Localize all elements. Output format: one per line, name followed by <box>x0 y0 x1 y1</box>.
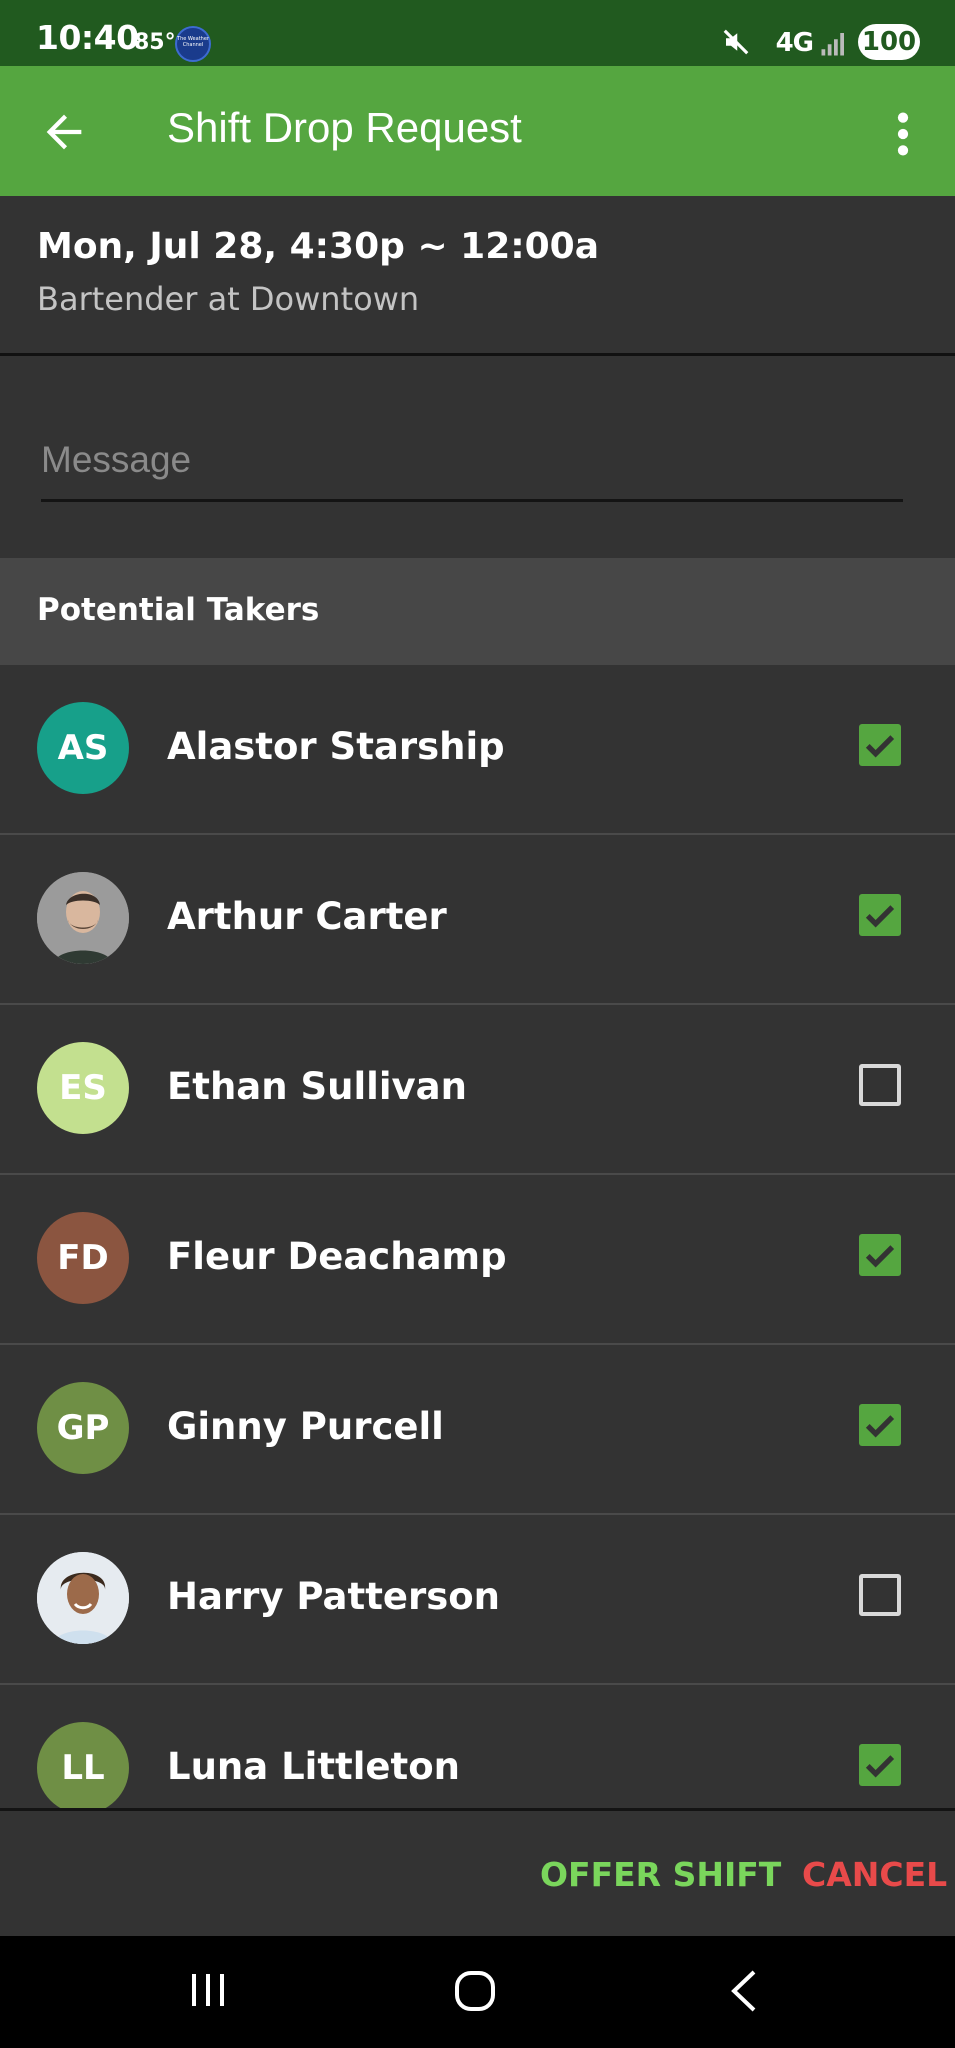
taker-name: Alastor Starship <box>167 725 505 768</box>
battery-indicator: 100 <box>858 24 920 60</box>
person-photo-icon <box>37 1552 129 1644</box>
shift-time: Mon, Jul 28, 4:30p ~ 12:00a <box>37 226 600 267</box>
taker-checkbox[interactable] <box>859 1574 901 1616</box>
taker-checkbox[interactable] <box>859 1744 901 1786</box>
list-item[interactable]: ES Ethan Sullivan <box>0 1005 955 1175</box>
list-item[interactable]: GP Ginny Purcell <box>0 1345 955 1515</box>
message-input[interactable] <box>41 430 903 490</box>
page-title: Shift Drop Request <box>167 104 522 151</box>
list-item[interactable]: Arthur Carter <box>0 835 955 1005</box>
app-bar: Shift Drop Request <box>0 66 955 196</box>
person-photo-icon <box>37 872 129 964</box>
list-item[interactable]: LL Luna Littleton <box>0 1685 955 1808</box>
system-nav-bar <box>0 1936 955 2048</box>
more-vert-icon[interactable] <box>875 106 931 162</box>
list-item[interactable]: AS Alastor Starship <box>0 665 955 835</box>
avatar <box>37 1552 129 1644</box>
check-icon <box>865 1245 895 1268</box>
avatar: GP <box>37 1382 129 1474</box>
potential-takers-header: Potential Takers <box>0 558 955 665</box>
check-icon <box>865 905 895 928</box>
nav-back-icon[interactable] <box>722 1966 766 2016</box>
section-title: Potential Takers <box>37 592 320 628</box>
taker-name: Fleur Deachamp <box>167 1235 507 1278</box>
taker-name: Harry Patterson <box>167 1575 501 1618</box>
status-bar: 10:40 85° The Weather Channel 4G 100 <box>0 0 955 66</box>
cancel-button[interactable]: CANCEL <box>802 1855 947 1894</box>
list-item[interactable]: Harry Patterson <box>0 1515 955 1685</box>
weather-channel-icon: The Weather Channel <box>175 26 211 62</box>
mute-icon <box>723 29 749 55</box>
home-icon[interactable] <box>450 1966 500 2016</box>
shift-info: Mon, Jul 28, 4:30p ~ 12:00a Bartender at… <box>0 196 955 356</box>
check-icon <box>865 735 895 758</box>
network-label: 4G <box>775 28 814 58</box>
back-arrow-icon[interactable] <box>38 106 90 158</box>
offer-shift-button[interactable]: OFFER SHIFT <box>540 1855 781 1894</box>
taker-checkbox[interactable] <box>859 724 901 766</box>
taker-checkbox[interactable] <box>859 1234 901 1276</box>
action-bar: OFFER SHIFT CANCEL <box>0 1808 955 1936</box>
taker-name: Luna Littleton <box>167 1745 460 1788</box>
message-field <box>41 430 903 502</box>
recent-apps-icon[interactable] <box>186 1968 230 2012</box>
avatar: AS <box>37 702 129 794</box>
avatar: LL <box>37 1722 129 1808</box>
avatar <box>37 872 129 964</box>
taker-name: Ginny Purcell <box>167 1405 444 1448</box>
taker-checkbox[interactable] <box>859 1404 901 1446</box>
avatar: ES <box>37 1042 129 1134</box>
taker-list: AS Alastor Starship Arthur Carter ES Eth… <box>0 665 955 1808</box>
signal-icon <box>821 33 844 56</box>
shift-role: Bartender at Downtown <box>37 280 420 318</box>
taker-checkbox[interactable] <box>859 1064 901 1106</box>
taker-checkbox[interactable] <box>859 894 901 936</box>
check-icon <box>865 1415 895 1438</box>
avatar: FD <box>37 1212 129 1304</box>
list-item[interactable]: FD Fleur Deachamp <box>0 1175 955 1345</box>
taker-name: Arthur Carter <box>167 895 447 938</box>
check-icon <box>865 1755 895 1778</box>
taker-name: Ethan Sullivan <box>167 1065 467 1108</box>
status-temperature: 85° <box>134 30 176 55</box>
status-time: 10:40 <box>36 18 139 57</box>
